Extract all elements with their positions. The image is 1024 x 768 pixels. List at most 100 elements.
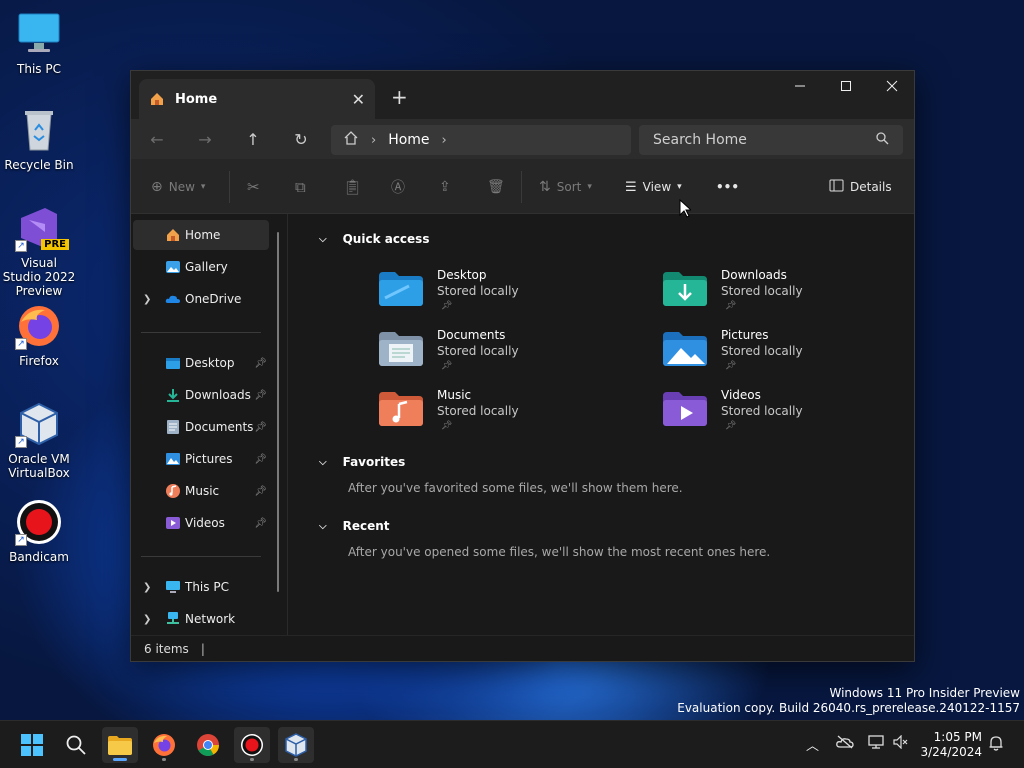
quick-access-item-downloads[interactable]: Downloads Stored locally 📌︎ [663,268,883,324]
sidebar-item-this-pc[interactable]: ❯ This PC [133,572,269,602]
desktop-icon-visual-studio[interactable]: PRE ↗ Visual Studio 2022 Preview [2,204,76,298]
quick-access-item-pictures[interactable]: Pictures Stored locally 📌︎ [663,328,883,384]
cut-button[interactable]: ✂ [247,175,260,199]
volume-tray-button[interactable] [893,734,909,753]
pin-icon[interactable]: 📌︎ [254,454,267,465]
speaker-muted-icon [893,734,908,750]
rename-button[interactable]: Ⓐ [391,175,405,199]
pin-icon[interactable]: 📌︎ [254,390,267,401]
sidebar-item-gallery[interactable]: Gallery [133,252,269,282]
quick-access-item-videos[interactable]: Videos Stored locally 📌︎ [663,388,883,444]
pin-icon: 📌︎ [725,421,737,431]
pin-icon[interactable]: 📌︎ [254,422,267,433]
section-title: Quick access [342,232,430,246]
chevron-down-icon: ▾ [677,182,682,192]
network-tray-button[interactable] [868,735,886,753]
search-icon [66,735,86,755]
firefox-icon [153,734,175,756]
quick-access-item-music[interactable]: Music Stored locally 📌︎ [379,388,599,444]
view-button[interactable]: ☰ View ▾ [625,175,682,199]
taskbar-file-explorer[interactable] [102,727,138,763]
sidebar-item-music[interactable]: Music 📌︎ [133,476,269,506]
onedrive-tray-button[interactable] [836,735,854,753]
sidebar-item-desktop[interactable]: Desktop 📌︎ [133,348,269,378]
copy-button[interactable]: ⧉ [295,175,306,199]
search-input[interactable]: Search Home [639,125,903,155]
sidebar-item-label: Home [185,228,221,242]
scissors-icon: ✂ [247,178,260,196]
paste-button[interactable]: 📋︎ [343,175,362,199]
sidebar-item-network[interactable]: ❯ Network [133,604,269,634]
chevron-right-icon[interactable]: ❯ [143,582,151,593]
maximize-button[interactable] [823,71,869,101]
monitor-icon [165,579,181,595]
sort-icon: ⇅ [539,179,551,195]
notifications-button[interactable] [988,735,1004,755]
back-button[interactable]: ← [145,127,169,151]
desktop-icon-firefox[interactable]: ↗ Firefox [2,302,76,368]
quick-access-item-documents[interactable]: Documents Stored locally 📌︎ [379,328,599,384]
delete-button[interactable]: 🗑︎ [487,175,505,199]
pin-icon[interactable]: 📌︎ [254,486,267,497]
details-label: Details [850,180,892,194]
taskbar-virtualbox[interactable] [278,727,314,763]
sidebar-item-label: Gallery [185,260,228,274]
taskbar-chrome[interactable] [190,727,226,763]
pin-icon[interactable]: 📌︎ [254,358,267,369]
clock[interactable]: 1:05 PM 3/24/2024 [920,730,982,760]
build-watermark: Evaluation copy. Build 26040.rs_prerelea… [677,701,1020,715]
sidebar-item-videos[interactable]: Videos 📌︎ [133,508,269,538]
search-button[interactable] [58,727,94,763]
address-bar[interactable]: › Home › [331,125,631,155]
more-options-button[interactable]: ••• [716,175,739,199]
pin-icon: 📌︎ [441,421,453,431]
taskbar-bandicam[interactable] [234,727,270,763]
desktop-folder-icon [379,272,423,306]
sidebar-item-onedrive[interactable]: ❯ OneDrive [133,284,269,314]
sidebar-item-label: This PC [185,580,229,594]
chevron-right-icon[interactable]: ❯ [143,614,151,625]
forward-button[interactable]: → [193,127,217,151]
refresh-button[interactable]: ↻ [289,127,313,151]
chevron-down-icon: ⌵ [319,233,327,245]
quick-access-header[interactable]: ⌵ Quick access [319,232,429,246]
favorites-header[interactable]: ⌵ Favorites [319,455,405,469]
start-button[interactable] [14,727,50,763]
minimize-button[interactable] [777,71,823,101]
desktop-icon-bandicam[interactable]: ↗ Bandicam [2,498,76,564]
desktop-icon-recycle-bin[interactable]: Recycle Bin [2,106,76,172]
navigation-pane: Home Gallery ❯ OneDrive Desktop 📌︎ Downl… [131,214,288,637]
sidebar-item-home[interactable]: Home [133,220,269,250]
taskbar-firefox[interactable] [146,727,182,763]
windows-logo-icon [21,734,43,756]
chevron-right-icon[interactable]: › [442,133,447,148]
desktop-icon-this-pc[interactable]: This PC [2,10,76,76]
shortcut-arrow-icon: ↗ [15,534,27,546]
recent-header[interactable]: ⌵ Recent [319,519,390,533]
new-tab-button[interactable]: + [391,85,408,109]
favorites-empty-message: After you've favorited some files, we'll… [348,481,683,495]
up-button[interactable]: ↑ [241,127,265,151]
network-monitor-icon [868,735,884,749]
close-tab-icon[interactable]: ✕ [352,90,365,109]
desktop-icon-virtualbox[interactable]: ↗ Oracle VM VirtualBox [2,400,76,480]
sidebar-item-downloads[interactable]: Downloads 📌︎ [133,380,269,410]
close-window-button[interactable] [869,71,915,101]
pin-icon[interactable]: 📌︎ [254,518,267,529]
quick-access-item-desktop[interactable]: Desktop Stored locally 📌︎ [379,268,599,324]
breadcrumb-home[interactable]: Home [388,132,429,148]
sidebar-item-pictures[interactable]: Pictures 📌︎ [133,444,269,474]
mouse-cursor-icon [679,198,693,221]
monitor-icon [15,10,63,58]
folder-status: Stored locally [437,284,519,298]
details-button[interactable]: Details [829,175,892,199]
sort-button[interactable]: ⇅ Sort ▾ [539,175,592,199]
bandicam-icon [241,734,263,756]
tab-home[interactable]: Home ✕ [139,79,375,119]
show-hidden-icons-button[interactable]: ︿ [806,735,819,754]
new-button[interactable]: ⊕ New ▾ [151,175,205,199]
sidebar-item-documents[interactable]: Documents 📌︎ [133,412,269,442]
chevron-right-icon[interactable]: ❯ [143,294,151,305]
sidebar-scrollbar[interactable] [277,232,279,592]
share-button[interactable]: ⇪ [439,175,451,199]
